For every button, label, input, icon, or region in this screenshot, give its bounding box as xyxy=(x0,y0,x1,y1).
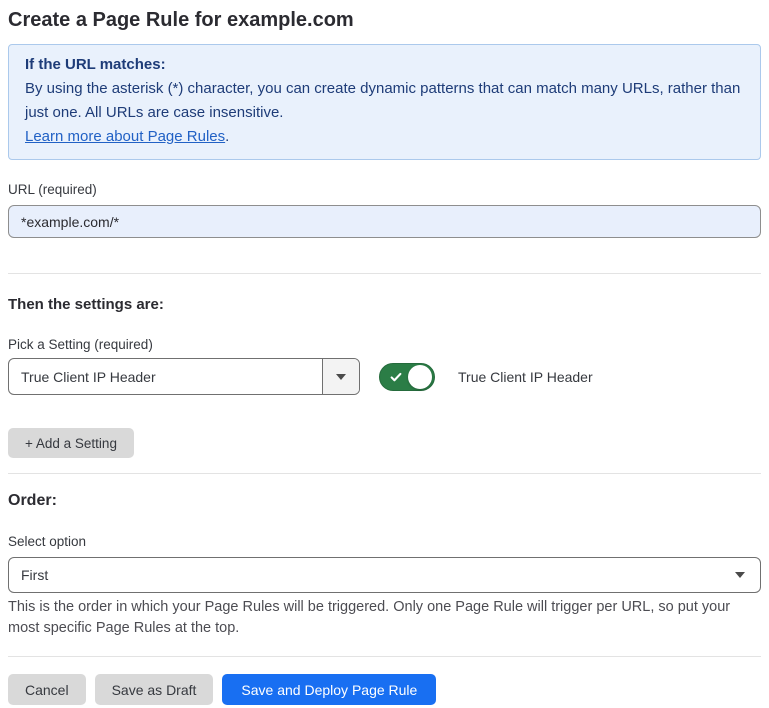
order-section-heading: Order: xyxy=(8,490,761,512)
save-draft-button[interactable]: Save as Draft xyxy=(95,674,214,705)
cancel-button[interactable]: Cancel xyxy=(8,674,86,705)
info-box-heading: If the URL matches: xyxy=(25,53,744,77)
setting-select-value: True Client IP Header xyxy=(9,359,322,394)
url-match-info-box: If the URL matches: By using the asteris… xyxy=(8,44,761,160)
url-input[interactable] xyxy=(8,205,761,238)
order-select-value: First xyxy=(9,558,735,592)
info-box-link-line: Learn more about Page Rules. xyxy=(25,125,744,149)
chevron-down-icon xyxy=(336,374,346,380)
setting-select[interactable]: True Client IP Header xyxy=(8,358,360,395)
add-setting-button[interactable]: + Add a Setting xyxy=(8,428,134,458)
settings-section-heading: Then the settings are: xyxy=(8,295,761,315)
info-box-body-text: By using the asterisk (*) character, you… xyxy=(25,80,740,121)
save-deploy-button[interactable]: Save and Deploy Page Rule xyxy=(222,674,436,705)
order-select-label: Select option xyxy=(8,533,761,550)
create-page-rule-form: Create a Page Rule for example.com If th… xyxy=(0,0,769,705)
page-title: Create a Page Rule for example.com xyxy=(8,6,761,34)
divider xyxy=(8,273,761,274)
toggle-label: True Client IP Header xyxy=(458,369,593,385)
setting-select-arrow-button[interactable] xyxy=(322,359,359,394)
url-field-label: URL (required) xyxy=(8,181,761,198)
pick-setting-label: Pick a Setting (required) xyxy=(8,336,761,353)
order-select-caret-wrap xyxy=(735,558,760,592)
toggle-knob xyxy=(408,365,432,389)
checkmark-icon xyxy=(389,370,403,384)
learn-more-link[interactable]: Learn more about Page Rules xyxy=(25,128,225,145)
divider xyxy=(8,656,761,657)
link-period: . xyxy=(225,128,229,145)
info-box-body: By using the asterisk (*) character, you… xyxy=(25,77,744,125)
chevron-down-icon xyxy=(735,572,745,578)
order-help-text: This is the order in which your Page Rul… xyxy=(8,597,748,639)
true-client-ip-toggle[interactable] xyxy=(379,363,435,391)
footer-actions: Cancel Save as Draft Save and Deploy Pag… xyxy=(8,674,761,705)
setting-row: True Client IP Header True Client IP Hea… xyxy=(8,358,761,395)
order-select[interactable]: First xyxy=(8,557,761,593)
divider xyxy=(8,473,761,474)
